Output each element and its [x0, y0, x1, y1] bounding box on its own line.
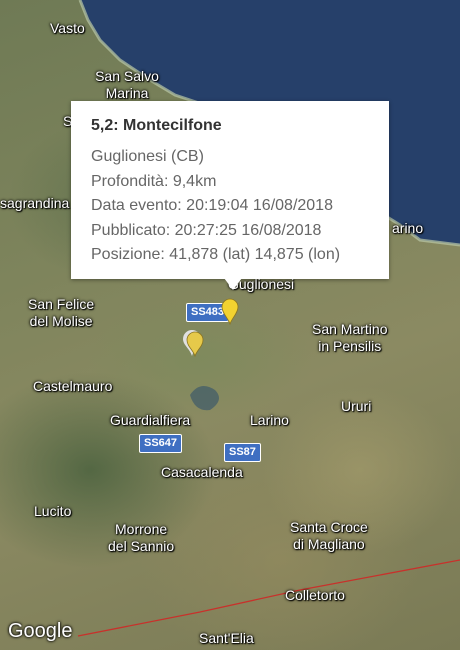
popup-location: Guglionesi (CB) — [91, 148, 204, 165]
popup-pointer — [224, 278, 242, 290]
place-casacalenda[interactable]: Casacalenda — [161, 464, 243, 481]
popup-position: Posizione: 41,878 (lat) 14,875 (lon) — [91, 246, 341, 263]
place-guardialfiera[interactable]: Guardialfiera — [110, 412, 190, 429]
map-marker-icon[interactable] — [185, 331, 205, 357]
road-shield-ss87: SS87 — [224, 443, 261, 462]
earthquake-info-popup[interactable]: 5,2: Montecilfone Guglionesi (CB) Profon… — [71, 101, 389, 279]
place-lucito[interactable]: Lucito — [34, 503, 71, 520]
popup-title: 5,2: Montecilfone — [91, 117, 222, 134]
selected-map-marker-icon[interactable] — [220, 298, 240, 325]
place-castelmauro[interactable]: Castelmauro — [33, 378, 112, 395]
place-sant-elia[interactable]: Sant'Elia — [199, 630, 254, 647]
road-shield-ss647: SS647 — [139, 434, 183, 453]
place-vasto[interactable]: Vasto — [50, 20, 85, 37]
place-colletorto[interactable]: Colletorto — [285, 587, 345, 604]
place-ururi[interactable]: Ururi — [341, 398, 371, 415]
place-santa-croce-di-magliano[interactable]: Santa Croce di Magliano — [290, 519, 368, 553]
place-san-felice-del-molise[interactable]: San Felice del Molise — [28, 296, 94, 330]
place-marino[interactable]: arino — [392, 220, 423, 237]
place-sagrandina[interactable]: sagrandina — [0, 195, 69, 212]
google-logo: Google — [8, 620, 73, 642]
map-view[interactable]: Vasto San Salvo Marina S sagrandina arin… — [0, 0, 460, 650]
place-larino[interactable]: Larino — [250, 412, 289, 429]
popup-event-date: Data evento: 20:19:04 16/08/2018 — [91, 197, 333, 214]
place-san-salvo-marina[interactable]: San Salvo Marina — [92, 68, 162, 102]
popup-published-date: Pubblicato: 20:27:25 16/08/2018 — [91, 221, 322, 239]
place-morrone-del-sannio[interactable]: Morrone del Sannio — [108, 521, 174, 555]
popup-depth: Profondità: 9,4km — [91, 172, 217, 190]
place-san-martino-in-pensilis[interactable]: San Martino in Pensilis — [312, 321, 387, 355]
